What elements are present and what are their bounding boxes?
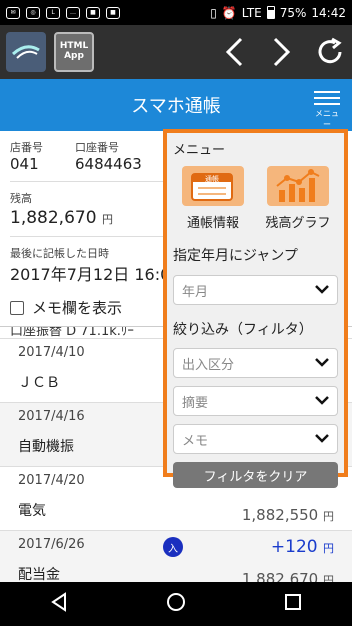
- clock: 14:42: [311, 5, 346, 20]
- alarm-icon: ⏰: [221, 5, 237, 20]
- app-icon: ■: [86, 6, 100, 19]
- signal-icon: LTE: [241, 5, 262, 20]
- forward-arrow-icon[interactable]: [266, 32, 298, 72]
- sync-icon: ◎: [26, 6, 40, 19]
- filter-memo-placeholder: メモ: [182, 433, 209, 449]
- chevron-down-icon: [315, 432, 329, 447]
- home-icon[interactable]: [165, 591, 187, 617]
- chat-icon: …: [66, 6, 80, 19]
- battery-icon: [266, 6, 275, 19]
- recents-icon[interactable]: [282, 591, 304, 617]
- balance-graph-caption: 残高グラフ: [265, 216, 331, 231]
- tx-amount: +120 円: [270, 537, 334, 557]
- system-nav-bar: [0, 582, 352, 626]
- status-bar: ✉ ◎ L … ■ ■ ▯ ⏰ LTE 75% 14:42: [0, 0, 352, 25]
- year-month-select[interactable]: 年月: [173, 275, 338, 305]
- passbook-info-caption: 通帳情報: [186, 216, 239, 231]
- svg-text:通帳: 通帳: [205, 174, 219, 183]
- chevron-down-icon: [315, 356, 329, 371]
- back-arrow-icon[interactable]: [218, 32, 250, 72]
- refresh-icon[interactable]: [314, 32, 346, 72]
- tx-balance: 1,882,550 円: [241, 506, 334, 524]
- page-header: スマホ通帳 メニュー: [0, 79, 352, 131]
- app-toolbar: HTML App: [0, 25, 352, 79]
- vibrate-icon: ▯: [210, 5, 217, 20]
- passbook-info-button[interactable]: 通帳 通帳情報: [173, 166, 253, 231]
- memo-checkbox[interactable]: [10, 300, 24, 315]
- year-month-placeholder: 年月: [182, 284, 209, 300]
- transaction-row[interactable]: 2017/6/26 入 +120 円 配当金 1,882,670 円: [0, 530, 352, 582]
- menu-title: メニュー: [173, 143, 226, 158]
- chevron-down-icon: [315, 394, 329, 409]
- account-label: 口座番号: [75, 141, 119, 154]
- menu-panel: メニュー 通帳 通帳情報 残高グラフ 指定年月にジャンプ 年月 絞り込み（フィル…: [163, 129, 348, 488]
- hamburger-menu-button[interactable]: メニュー: [312, 87, 342, 130]
- app-icon-2: ■: [106, 6, 120, 19]
- deposit-badge: 入: [163, 537, 183, 557]
- clear-filter-button[interactable]: フィルタをクリア: [173, 462, 338, 488]
- back-icon[interactable]: [48, 591, 70, 617]
- tx-balance: 1,882,670 円: [241, 570, 334, 582]
- branch-label: 店番号: [10, 141, 43, 154]
- passbook-icon: 通帳: [182, 166, 244, 206]
- filter-type-placeholder: 出入区分: [182, 357, 235, 373]
- filter-type-select[interactable]: 出入区分: [173, 348, 338, 378]
- menu-label: メニュー: [315, 109, 339, 129]
- battery-percent: 75%: [279, 5, 307, 20]
- filter-memo-select[interactable]: メモ: [173, 424, 338, 454]
- account-value: 6484463: [75, 155, 142, 173]
- branch-value: 041: [10, 155, 39, 173]
- balance-graph-button[interactable]: 残高グラフ: [258, 166, 338, 231]
- html-app-icon[interactable]: HTML App: [54, 32, 94, 72]
- memo-label: メモ欄を表示: [32, 299, 123, 317]
- notification-icon: ✉: [6, 6, 20, 19]
- filter-summary-placeholder: 摘要: [182, 395, 209, 411]
- graph-icon: [267, 166, 329, 206]
- filter-summary-select[interactable]: 摘要: [173, 386, 338, 416]
- bank-app-icon[interactable]: [6, 32, 46, 72]
- chevron-down-icon: [315, 283, 329, 298]
- filter-title: 絞り込み（フィルタ）: [173, 322, 313, 338]
- page-title: スマホ通帳: [131, 96, 221, 117]
- jump-title: 指定年月にジャンプ: [173, 248, 298, 264]
- line-icon: L: [46, 6, 60, 19]
